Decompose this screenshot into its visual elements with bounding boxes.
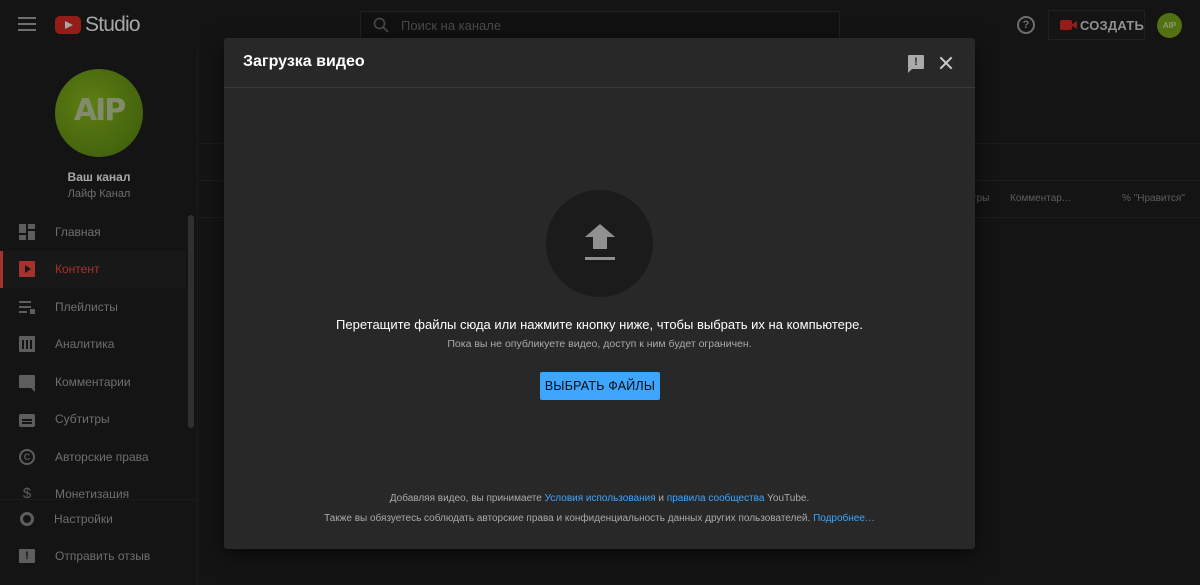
upload-dropzone[interactable]	[546, 190, 653, 297]
copyright-notice-text: Также вы обязуетесь соблюдать авторские …	[324, 513, 814, 524]
close-icon[interactable]	[938, 55, 954, 71]
terms-prefix: Добавляя видео, вы принимаете	[389, 493, 545, 504]
drop-subtext: Пока вы не опубликуете видео, доступ к н…	[447, 338, 752, 350]
copyright-notice: Также вы обязуетесь соблюдать авторские …	[224, 513, 975, 524]
terms-notice: Добавляя видео, вы принимаете Условия ис…	[224, 493, 975, 504]
community-guidelines-link[interactable]: правила сообщества	[667, 493, 765, 504]
select-files-button[interactable]: ВЫБРАТЬ ФАЙЛЫ	[540, 372, 660, 400]
terms-and: и	[655, 493, 667, 504]
learn-more-link[interactable]: Подробнее…	[813, 513, 875, 524]
upload-icon	[585, 224, 615, 266]
upload-dialog: Загрузка видео Перетащите файлы сюда или…	[224, 38, 975, 549]
drop-instructions: Перетащите файлы сюда или нажмите кнопку…	[336, 317, 863, 332]
terms-suffix: YouTube.	[764, 493, 810, 504]
feedback-icon[interactable]	[908, 55, 924, 73]
terms-of-service-link[interactable]: Условия использования	[545, 493, 656, 504]
dialog-header: Загрузка видео	[224, 38, 975, 88]
dialog-title: Загрузка видео	[243, 53, 365, 70]
